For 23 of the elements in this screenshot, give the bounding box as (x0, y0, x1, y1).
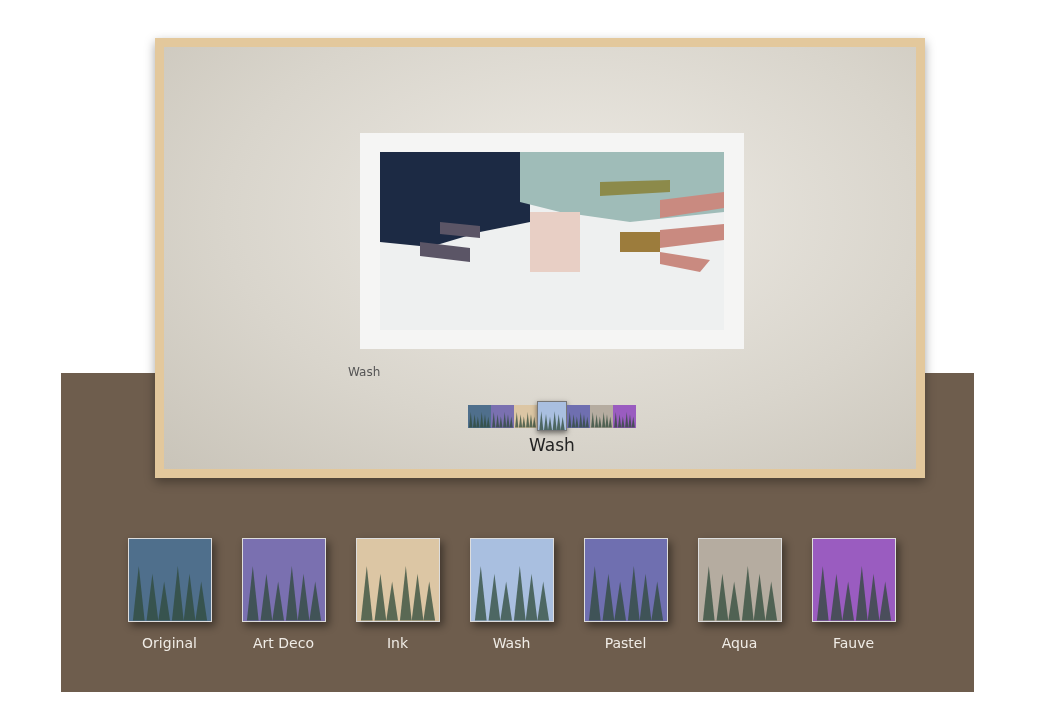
style-name: Wash (492, 635, 531, 651)
artwork-caption: Wash (348, 365, 381, 379)
style-thumbnail[interactable] (613, 404, 636, 428)
trees-drawing (567, 411, 590, 428)
style-thumbnail[interactable] (491, 404, 514, 428)
style-thumbnail[interactable] (514, 404, 537, 428)
style-name: Fauve (832, 635, 875, 651)
style-name: Pastel (604, 635, 647, 651)
trees-drawing (590, 411, 613, 428)
style-thumbnail[interactable] (590, 404, 613, 428)
style-name: Aqua (721, 635, 758, 651)
trees-drawing (491, 411, 514, 428)
style-thumbnail[interactable] (567, 404, 590, 428)
style-name: Original (142, 635, 197, 651)
trees-drawing (538, 410, 566, 430)
selected-style-label: Wash (529, 435, 575, 455)
trees-drawing (613, 411, 636, 428)
trees-drawing (468, 411, 491, 428)
style-thumbnail[interactable] (537, 401, 567, 431)
trees-drawing (514, 411, 537, 428)
style-name: Art Deco (253, 635, 314, 651)
style-thumbnail[interactable] (468, 404, 491, 428)
style-name: Ink (386, 635, 409, 651)
